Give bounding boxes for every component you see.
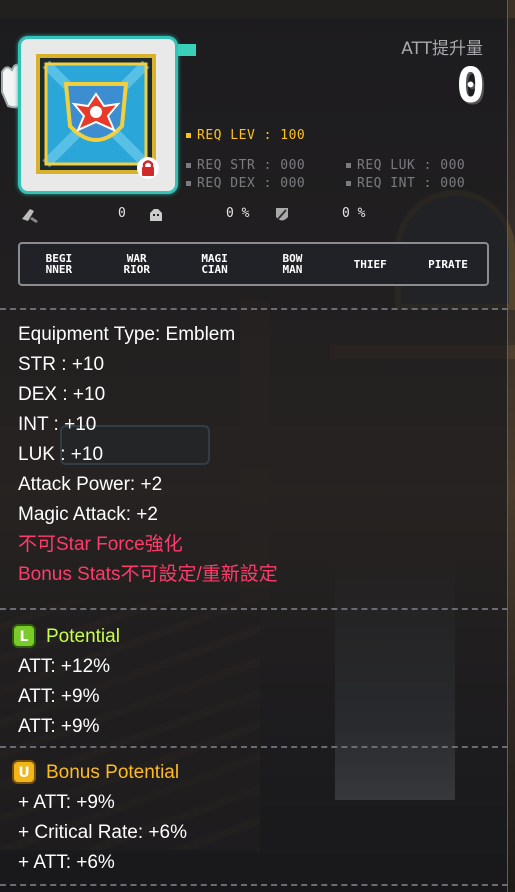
job-bowman: BOW MAN	[282, 252, 303, 276]
att-increase-value: 0	[456, 58, 485, 114]
svg-text:L: L	[20, 629, 29, 645]
att-increase-label: ATT提升量	[401, 39, 483, 59]
stat-dex: DEX : +10	[18, 384, 106, 405]
mini-stat-2: 0 %	[226, 206, 250, 221]
att-icon	[22, 209, 38, 223]
job-beginner: BEGI NNER	[45, 252, 73, 276]
potential-line-2: ATT: +9%	[18, 686, 100, 707]
req-dex: REQ DEX : 000	[186, 176, 305, 191]
req-luk: REQ LUK : 000	[346, 158, 465, 173]
no-bonus-stats-notice: Bonus Stats不可設定/重新設定	[18, 564, 278, 585]
divider	[0, 608, 508, 610]
req-str: REQ STR : 000	[186, 158, 305, 173]
stat-str: STR : +10	[18, 354, 105, 375]
req-level: REQ LEV : 100	[186, 128, 305, 143]
job-pirate: PIRATE	[428, 257, 468, 271]
divider	[0, 746, 508, 748]
divider	[0, 308, 508, 310]
mini-stat-3: 0 %	[342, 206, 366, 221]
mini-stat-1: 0	[118, 206, 126, 221]
req-int: REQ INT : 000	[346, 176, 465, 191]
no-star-force-notice: 不可Star Force強化	[18, 534, 183, 555]
ribbon-tag	[178, 44, 196, 56]
lock-icon	[137, 157, 159, 179]
bonus-potential-line-3: + ATT: +6%	[18, 852, 115, 873]
boss-icon	[150, 209, 162, 221]
potential-line-3: ATT: +9%	[18, 716, 100, 737]
stat-luk: LUK : +10	[18, 444, 104, 465]
bonus-potential-line-2: + Critical Rate: +6%	[18, 822, 187, 843]
item-tooltip: ATT提升量 0 REQ LEV : 100 REQ STR : 000 REQ…	[0, 0, 508, 892]
job-restriction-bar: BEGI NNER WAR RIOR MAGI CIAN BOW MAN THI…	[18, 242, 489, 286]
svg-text:U: U	[18, 765, 29, 781]
job-magician: MAGI CIAN	[201, 252, 228, 276]
job-thief: THIEF	[353, 257, 387, 271]
potential-line-1: ATT: +12%	[18, 656, 111, 677]
bonus-potential-title: Bonus Potential	[46, 762, 180, 783]
stat-magic-attack: Magic Attack: +2	[18, 504, 158, 525]
bonus-potential-line-1: + ATT: +9%	[18, 792, 115, 813]
unique-grade-icon: U	[12, 760, 36, 784]
stat-int: INT : +10	[18, 414, 97, 435]
potential-title: Potential	[46, 626, 120, 647]
legendary-grade-icon: L	[12, 624, 36, 648]
equipment-type: Equipment Type: Emblem	[18, 324, 236, 345]
defense-ignore-icon	[276, 208, 288, 221]
stat-attack-power: Attack Power: +2	[18, 474, 163, 495]
job-warrior: WAR RIOR	[123, 252, 150, 276]
divider	[0, 884, 508, 886]
